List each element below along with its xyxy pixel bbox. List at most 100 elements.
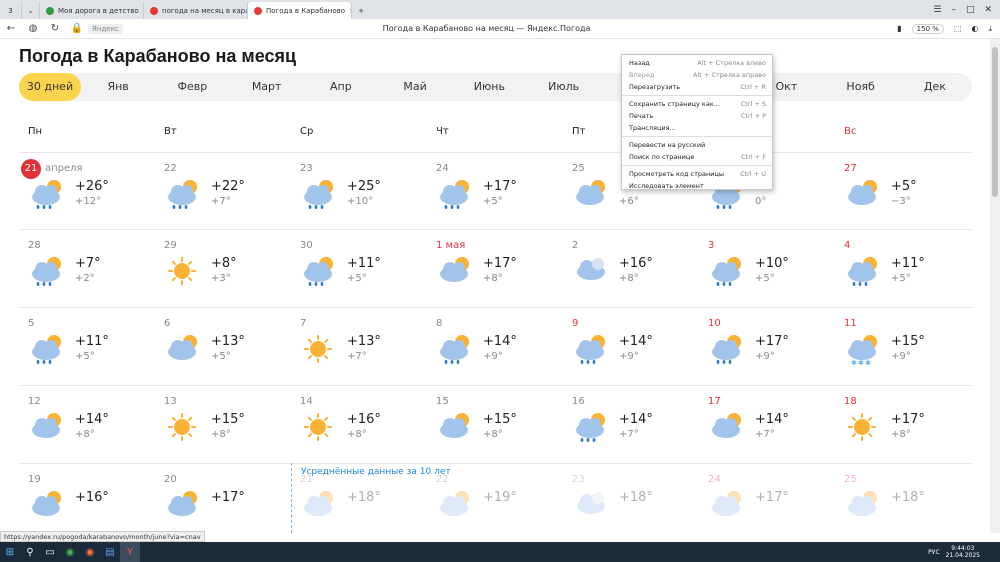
context-menu-item[interactable]: Трансляция... (622, 122, 772, 134)
day-cell[interactable]: 5 +11° +5° (19, 308, 155, 386)
context-menu-item[interactable]: Сохранить страницу как... Ctrl + S (622, 98, 772, 110)
tab-1[interactable]: погода на месяц в карабан (144, 2, 248, 19)
partly-cloudy-icon (28, 410, 64, 444)
month-tab[interactable]: Февр (155, 73, 229, 101)
menu-separator (622, 165, 772, 166)
address-title[interactable]: Погода в Карабаново на месяц — Яндекс.По… (383, 24, 591, 33)
month-tab[interactable]: Март (230, 73, 304, 101)
tab-favicon-icon (46, 6, 54, 15)
day-cell[interactable]: 25 +18° (835, 464, 971, 533)
day-cell[interactable]: 29 +8° +3° (155, 230, 291, 308)
reload-icon[interactable]: ↻ (44, 23, 66, 34)
menu-item-label: Перезагрузить (629, 83, 681, 91)
context-menu-item[interactable]: Перезагрузить Ctrl + R (622, 81, 772, 93)
context-menu-item[interactable]: Исследовать элемент (622, 180, 772, 192)
context-menu-item[interactable]: Просмотреть код страницы Ctrl + U (622, 168, 772, 180)
month-tab[interactable]: Нояб (824, 73, 898, 101)
day-number: 3 (708, 240, 715, 251)
month-tab[interactable]: Дек (898, 73, 972, 101)
tray-clock[interactable]: 9:44:03 21.04.2025 (946, 545, 1000, 559)
day-cell[interactable]: 9 +14° +9° (563, 308, 699, 386)
day-cell[interactable]: 23 +25° +10° (291, 153, 427, 231)
day-cell[interactable]: 18 +17° +8° (835, 386, 971, 464)
window-close-icon[interactable]: ✕ (984, 5, 992, 15)
tab-2[interactable]: Погода в Карабаново× (248, 2, 352, 19)
context-menu-item[interactable]: Печать Ctrl + P (622, 110, 772, 122)
site-badge[interactable]: Яндекс (88, 23, 123, 34)
shield-icon[interactable]: ◍ (22, 23, 44, 34)
chrome-icon[interactable]: ◉ (60, 542, 80, 562)
task-view-icon[interactable]: ▭ (40, 542, 60, 562)
day-cell[interactable]: 10 +17° +9° (699, 308, 835, 386)
zoom-badge[interactable]: 150 % (911, 23, 944, 34)
day-cell[interactable]: 12 +14° +8° (19, 386, 155, 464)
firefox-icon[interactable]: ◉ (80, 542, 100, 562)
day-cell[interactable]: 21 апреля +26° +12° (19, 153, 155, 231)
month-tab[interactable]: Янв (81, 73, 155, 101)
close-icon[interactable]: × (345, 7, 351, 15)
minimize-icon[interactable]: – (951, 5, 956, 15)
day-cell[interactable]: 4 +11° +5° (835, 230, 971, 308)
scrollbar-thumb[interactable] (992, 47, 998, 197)
yandex-browser-icon[interactable]: Y (120, 542, 140, 562)
context-menu-item[interactable]: Вперед Alt + Стрелка вправо (622, 69, 772, 81)
month-tab[interactable]: Май (378, 73, 452, 101)
svg-text:✱: ✱ (858, 359, 864, 366)
back-icon[interactable]: ← (0, 23, 22, 34)
day-cell[interactable]: 23 +18° (563, 464, 699, 533)
tab-counter[interactable]: 3 (0, 2, 22, 19)
day-cell[interactable]: 7 +13° +7° (291, 308, 427, 386)
day-number: 20 (164, 474, 177, 485)
tab-0[interactable]: Моя дорога в детство (40, 2, 144, 19)
context-menu-item[interactable]: Перевести на русский (622, 139, 772, 151)
day-cell[interactable]: 24 +17° (699, 464, 835, 533)
month-tab[interactable]: 30 дней (19, 73, 81, 101)
menu-item-label: Перевести на русский (629, 141, 706, 149)
protect-icon[interactable]: ◐ (971, 24, 978, 33)
day-cell[interactable]: 13 +15° +8° (155, 386, 291, 464)
month-tab[interactable]: Июль (527, 73, 601, 101)
extensions-icon[interactable]: ⬚ (954, 24, 962, 33)
partly-cloudy-rain-icon (164, 177, 200, 211)
night-temperature: +8° (619, 273, 639, 284)
day-number: 10 (708, 318, 721, 329)
tray-lang[interactable]: РУС (928, 549, 945, 556)
day-cell[interactable]: 24 +17° +5° (427, 153, 563, 231)
cloudy-icon (572, 254, 608, 288)
day-cell[interactable]: 19 +16° (19, 464, 155, 533)
partly-cloudy-rain-icon (436, 332, 472, 366)
day-cell[interactable]: 30 +11° +5° (291, 230, 427, 308)
month-tab[interactable]: Апр (304, 73, 378, 101)
chevron-down-icon[interactable]: ⌄ (22, 2, 40, 19)
day-cell[interactable]: 27 +5° −3° (835, 153, 971, 231)
day-cell[interactable]: 6 +13° +5° (155, 308, 291, 386)
day-cell[interactable]: 16 +14° +7° (563, 386, 699, 464)
scrollbar[interactable] (990, 39, 1000, 533)
day-cell[interactable]: 8 +14° +9° (427, 308, 563, 386)
day-cell[interactable]: 20 +17° (155, 464, 291, 533)
day-cell[interactable]: 2 +16° +8° (563, 230, 699, 308)
files-icon[interactable]: ▤ (100, 542, 120, 562)
day-cell[interactable]: 3 +10° +5° (699, 230, 835, 308)
day-cell[interactable]: 17 +14° +7° (699, 386, 835, 464)
bookmarks-icon[interactable]: ☰ (933, 5, 941, 15)
day-cell[interactable]: 11 ✱ ✱ ✱ +15° +9° (835, 308, 971, 386)
day-cell[interactable]: 14 +16° +8° (291, 386, 427, 464)
day-cell[interactable]: 15 +15° +8° (427, 386, 563, 464)
bookmark-icon[interactable]: ▮ (897, 24, 901, 33)
month-tab[interactable]: Июнь (452, 73, 526, 101)
day-cell[interactable]: 28 +7° +2° (19, 230, 155, 308)
new-tab-button[interactable]: + (352, 2, 370, 19)
avg-label: Усреднённые данные за 10 лет (301, 467, 451, 477)
context-menu-item[interactable]: Поиск по странице Ctrl + F (622, 151, 772, 163)
maximize-icon[interactable]: □ (966, 5, 975, 15)
windows-start-icon[interactable]: ⊞ (0, 542, 20, 562)
day-cell[interactable]: 1 мая +17° +8° (427, 230, 563, 308)
day-temperature: +19° (483, 490, 517, 505)
day-temperature: +17° (483, 179, 517, 194)
partly-cloudy-rain-icon (28, 332, 64, 366)
day-cell[interactable]: 22 +22° +7° (155, 153, 291, 231)
context-menu-item[interactable]: Назад Alt + Стрелка влево (622, 57, 772, 69)
downloads-icon[interactable]: ⤓ (988, 24, 992, 34)
search-icon[interactable]: ⚲ (20, 542, 40, 562)
